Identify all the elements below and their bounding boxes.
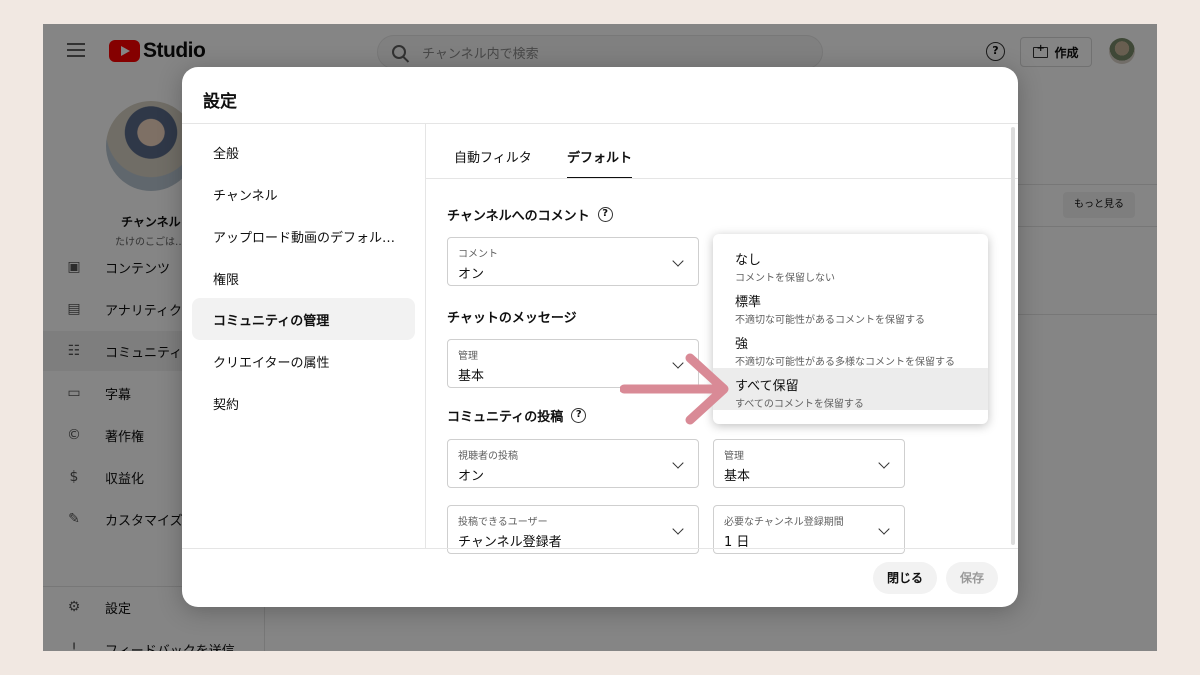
dropdown-option-hold-all[interactable]: すべて保留 すべてのコメントを保留する bbox=[713, 368, 988, 410]
settings-menu-general[interactable]: 全般 bbox=[192, 131, 415, 173]
section-title-comments: チャンネルへのコメント ? bbox=[447, 205, 613, 224]
select-value: 基本 bbox=[724, 469, 751, 484]
section-title-text: コミュニティの投稿 bbox=[447, 410, 564, 425]
section-title-text: チャンネルへのコメント bbox=[447, 209, 590, 224]
settings-menu-upload-defaults[interactable]: アップロード動画のデフォル… bbox=[192, 215, 415, 257]
select-label: 視聴者の投稿 bbox=[458, 451, 518, 462]
dialog-scrollbar[interactable] bbox=[1011, 127, 1015, 545]
tab-defaults[interactable]: デフォルト bbox=[567, 147, 633, 179]
section-title-chat: チャットのメッセージ bbox=[447, 307, 577, 326]
section-title-text: チャットのメッセージ bbox=[447, 311, 577, 326]
option-description: すべてのコメントを保留する bbox=[735, 399, 864, 410]
select-label: 管理 bbox=[724, 451, 744, 462]
option-title: すべて保留 bbox=[735, 379, 799, 394]
tab-divider bbox=[426, 178, 1018, 179]
posts-manage-select[interactable]: 管理 基本 bbox=[713, 439, 905, 488]
dropdown-option-standard[interactable]: 標準 不適切な可能性があるコメントを保留する bbox=[713, 284, 988, 326]
settings-menu-creator-attributes[interactable]: クリエイターの属性 bbox=[192, 340, 415, 382]
dropdown-option-strict[interactable]: 強 不適切な可能性がある多様なコメントを保留する bbox=[713, 326, 988, 368]
settings-menu-channel[interactable]: チャンネル bbox=[192, 173, 415, 215]
footer-divider bbox=[182, 548, 1018, 549]
option-title: 標準 bbox=[735, 295, 762, 310]
save-button[interactable]: 保存 bbox=[946, 562, 998, 594]
option-description: コメントを保留しない bbox=[735, 273, 835, 284]
settings-menu-permissions[interactable]: 権限 bbox=[192, 257, 415, 299]
option-title: 強 bbox=[735, 337, 749, 352]
dialog-title: 設定 bbox=[203, 92, 237, 112]
select-label: 必要なチャンネル登録期間 bbox=[724, 517, 844, 528]
menu-divider bbox=[425, 123, 426, 548]
dropdown-option-none[interactable]: なし コメントを保留しない bbox=[713, 242, 988, 284]
close-button[interactable]: 閉じる bbox=[873, 562, 937, 594]
comment-select[interactable]: コメント オン bbox=[447, 237, 699, 286]
subscription-period-select[interactable]: 必要なチャンネル登録期間 1 日 bbox=[713, 505, 905, 554]
settings-dialog: 設定 全般 チャンネル アップロード動画のデフォル… 権限 コミュニティの管理 … bbox=[182, 67, 1018, 607]
select-label: コメント bbox=[458, 249, 498, 260]
pointer-arrow-icon bbox=[620, 353, 729, 425]
select-value: オン bbox=[458, 267, 485, 282]
comment-hold-dropdown: なし コメントを保留しない 標準 不適切な可能性があるコメントを保留する 強 不… bbox=[713, 234, 988, 424]
settings-menu-community[interactable]: コミュニティの管理 bbox=[192, 298, 415, 340]
option-title: なし bbox=[735, 253, 762, 268]
option-description: 不適切な可能性があるコメントを保留する bbox=[735, 315, 925, 326]
posters-select[interactable]: 投稿できるユーザー チャンネル登録者 bbox=[447, 505, 699, 554]
select-label: 投稿できるユーザー bbox=[458, 517, 548, 528]
settings-menu-agreements[interactable]: 契約 bbox=[192, 382, 415, 424]
header-divider bbox=[182, 123, 1018, 124]
section-title-community-posts: コミュニティの投稿 ? bbox=[447, 406, 587, 425]
select-value: オン bbox=[458, 469, 485, 484]
viewer-posts-select[interactable]: 視聴者の投稿 オン bbox=[447, 439, 699, 488]
help-icon[interactable]: ? bbox=[571, 408, 587, 423]
tab-auto-filter[interactable]: 自動フィルタ bbox=[454, 147, 532, 179]
help-icon[interactable]: ? bbox=[597, 207, 613, 222]
option-description: 不適切な可能性がある多様なコメントを保留する bbox=[735, 357, 955, 368]
